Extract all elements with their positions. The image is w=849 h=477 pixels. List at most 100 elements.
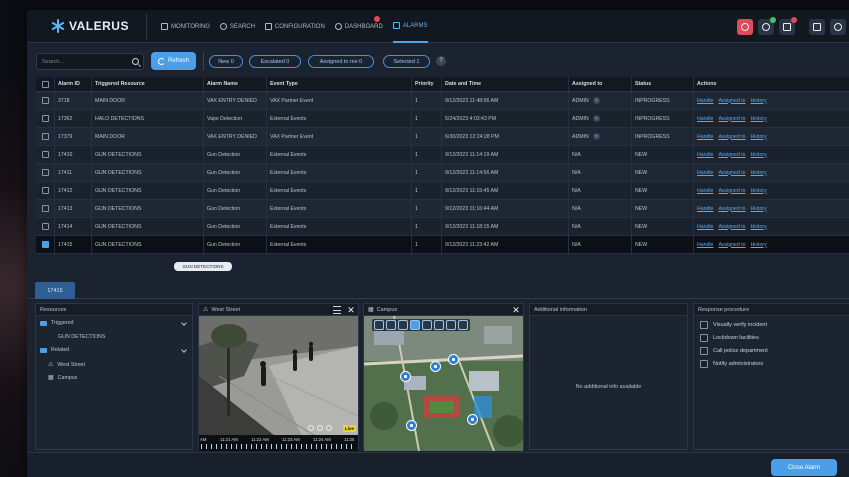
nav-alarms[interactable]: ALARMS [392, 10, 428, 43]
tree-related[interactable]: Related [40, 347, 69, 353]
action-history-link[interactable]: History [751, 98, 767, 104]
procedure-step[interactable]: Call police department [700, 347, 768, 355]
row-checkbox[interactable] [41, 133, 49, 140]
assigned-help-icon[interactable]: ? [592, 115, 600, 122]
rewind-icon[interactable] [317, 425, 323, 431]
tree-item-gun-detections[interactable]: GUN DETECTIONS [58, 334, 105, 340]
action-history-link[interactable]: History [751, 152, 767, 158]
search-icon[interactable] [132, 58, 139, 65]
user-button[interactable] [830, 19, 846, 35]
action-handle-link[interactable]: Handle [697, 116, 713, 122]
map-camera-pin[interactable] [467, 414, 478, 425]
action-assigned-to-link[interactable]: Assigned to [718, 170, 745, 176]
nav-monitoring[interactable]: MONITORING [161, 10, 210, 43]
tab-alarm-17415[interactable]: 17415 [35, 282, 75, 299]
row-checkbox[interactable] [41, 151, 49, 158]
action-assigned-to-link[interactable]: Assigned to [718, 134, 745, 140]
action-handle-link[interactable]: Handle [697, 134, 713, 140]
filter-new[interactable]: New 0 [209, 55, 243, 68]
col-status[interactable]: Status [632, 77, 694, 91]
col-alarm-id[interactable]: Alarm ID [55, 77, 92, 91]
procedure-checkbox[interactable] [700, 360, 708, 368]
map-camera-pin[interactable] [400, 371, 411, 382]
action-handle-link[interactable]: Handle [697, 188, 713, 194]
live-button[interactable]: Live [342, 425, 356, 432]
col-alarm-name[interactable]: Alarm Name [204, 77, 267, 91]
export-button[interactable] [779, 17, 797, 35]
camera-video-feed[interactable]: AM 11:21 AM 11:22 AM 11:23 AM 11:24 AM 1… [199, 316, 358, 451]
col-date-time[interactable]: Date and Time [442, 77, 569, 91]
map-camera-pin[interactable] [406, 420, 417, 431]
action-history-link[interactable]: History [751, 116, 767, 122]
filter-selected[interactable]: Selected 1 [383, 55, 430, 68]
nav-search[interactable]: SEARCH [219, 10, 255, 43]
zoom-in-icon[interactable] [386, 320, 396, 330]
tools-button[interactable] [809, 19, 825, 35]
table-row[interactable]: 3718 MAIN DOOR VAX ENTRY DENIED VAX Partner… [36, 92, 849, 110]
action-assigned-to-link[interactable]: Assigned to [718, 188, 745, 194]
video-timeline[interactable]: AM 11:21 AM 11:22 AM 11:23 AM 11:24 AM 1… [199, 425, 358, 451]
col-assigned-to[interactable]: Assigned to [569, 77, 632, 91]
action-handle-link[interactable]: Handle [697, 242, 713, 248]
row-checkbox[interactable] [41, 223, 49, 230]
camera-menu-icon[interactable] [333, 306, 341, 314]
row-checkbox[interactable] [41, 97, 49, 104]
table-row[interactable]: 17414 GUN DETECTIONS Gun Detection External… [36, 218, 849, 236]
filter-assigned-to-me[interactable]: Assigned to me 0 [308, 55, 374, 68]
eye-notification-button[interactable] [758, 17, 776, 35]
procedure-checkbox[interactable] [700, 321, 708, 329]
clock-icon[interactable] [308, 425, 314, 431]
nav-configuration[interactable]: CONFIGURATION [264, 10, 325, 43]
procedure-checkbox[interactable] [700, 334, 708, 342]
table-row[interactable]: 17413 GUN DETECTIONS Gun Detection External… [36, 200, 849, 218]
table-row[interactable]: 17412 GUN DETECTIONS Gun Detection External… [36, 182, 849, 200]
action-handle-link[interactable]: Handle [697, 98, 713, 104]
refresh-button[interactable]: Refresh [151, 52, 196, 70]
col-event-type[interactable]: Event Type [267, 77, 412, 91]
map-camera-pin[interactable] [430, 361, 441, 372]
action-handle-link[interactable]: Handle [697, 206, 713, 212]
action-history-link[interactable]: History [751, 188, 767, 194]
tree-item-west-street[interactable]: ⚠ West Street [48, 361, 85, 369]
procedure-step[interactable]: Lockdown facilities [700, 334, 759, 342]
action-history-link[interactable]: History [751, 134, 767, 140]
col-triggered-resource[interactable]: Triggered Resource [92, 77, 204, 91]
map-tool-select-icon[interactable] [410, 320, 420, 330]
action-assigned-to-link[interactable]: Assigned to [718, 98, 745, 104]
help-icon[interactable]: ? [436, 56, 446, 66]
action-history-link[interactable]: History [751, 224, 767, 230]
action-assigned-to-link[interactable]: Assigned to [718, 242, 745, 248]
action-assigned-to-link[interactable]: Assigned to [718, 224, 745, 230]
table-row[interactable]: 17379 MAIN DOOR VAX ENTRY DENIED VAX Partne… [36, 128, 849, 146]
table-row[interactable]: 17410 GUN DETECTIONS Gun Detection External… [36, 146, 849, 164]
action-assigned-to-link[interactable]: Assigned to [718, 206, 745, 212]
zoom-out-icon[interactable] [398, 320, 408, 330]
map-tool-grid-icon[interactable] [446, 320, 456, 330]
procedure-checkbox[interactable] [700, 347, 708, 355]
assigned-help-icon[interactable]: ? [592, 97, 600, 104]
assigned-help-icon[interactable]: ? [592, 133, 600, 140]
map-tool-text-icon[interactable] [434, 320, 444, 330]
tree-triggered[interactable]: Triggered [40, 320, 73, 326]
map-tool-home-icon[interactable] [458, 320, 468, 330]
filter-escalated[interactable]: Escalated 0 [249, 55, 301, 68]
search-input[interactable] [42, 57, 127, 67]
table-row[interactable]: 17415 GUN DETECTIONS Gun Detection External… [36, 236, 849, 254]
play-icon[interactable] [326, 425, 332, 431]
action-history-link[interactable]: History [751, 170, 767, 176]
alarm-bell-button[interactable] [737, 19, 753, 35]
row-checkbox[interactable] [41, 115, 49, 122]
row-checkbox[interactable] [41, 241, 49, 248]
row-checkbox[interactable] [41, 205, 49, 212]
map-camera-pin[interactable] [448, 354, 459, 365]
table-row[interactable]: 17362 HALO DETECTIONS Vape Detection Extern… [36, 110, 849, 128]
chevron-down-icon[interactable] [181, 347, 187, 353]
table-row[interactable]: 17411 GUN DETECTIONS Gun Detection External… [36, 164, 849, 182]
map-tool-layers-icon[interactable] [374, 320, 384, 330]
action-handle-link[interactable]: Handle [697, 152, 713, 158]
nav-dashboard[interactable]: DASHBOARD [334, 10, 383, 43]
action-assigned-to-link[interactable]: Assigned to [718, 116, 745, 122]
action-handle-link[interactable]: Handle [697, 170, 713, 176]
action-history-link[interactable]: History [751, 206, 767, 212]
action-handle-link[interactable]: Handle [697, 224, 713, 230]
